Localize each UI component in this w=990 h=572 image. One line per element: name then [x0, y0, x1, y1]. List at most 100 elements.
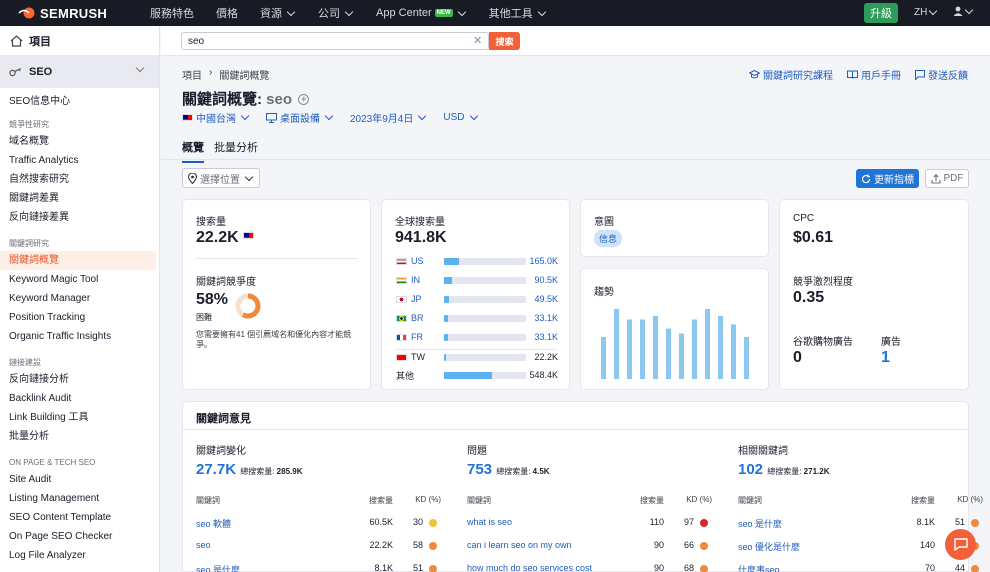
upgrade-button[interactable]: 升級: [864, 3, 898, 23]
location-select[interactable]: 選擇位置: [182, 168, 260, 188]
breadcrumb: 項目 › 關鍵詞概覽: [182, 67, 269, 82]
keyword-link[interactable]: seo 優化是什麼: [738, 540, 800, 553]
keyword-link[interactable]: seo 軟體: [196, 517, 231, 530]
keyword-kd: 51: [954, 517, 965, 527]
sidebar-item-keyword-gap[interactable]: 關鍵詞差異: [0, 189, 159, 208]
sidebar-item-keyword-overview[interactable]: 關鍵詞概覽: [0, 251, 156, 270]
user-menu[interactable]: [953, 5, 974, 16]
ads-value[interactable]: 1: [881, 349, 890, 367]
keyword-search-input[interactable]: seo: [181, 32, 489, 50]
column-count-value[interactable]: 102: [738, 461, 763, 478]
sidebar-item-seo-dashboard[interactable]: SEO信息中心: [0, 92, 159, 111]
sidebar-item-bulk-analysis[interactable]: 批量分析: [0, 427, 159, 446]
database-filter[interactable]: 中國台灣: [182, 110, 250, 125]
clear-icon[interactable]: ✕: [473, 34, 482, 47]
kd-label: 關鍵詞競爭度: [196, 277, 256, 288]
nav-more-tools[interactable]: 其他工具: [489, 5, 547, 21]
nav-pricing[interactable]: 價格: [216, 5, 238, 21]
kd-indicator-dot: [429, 542, 437, 550]
language-selector[interactable]: ZH: [914, 6, 938, 18]
sidebar-item-backlink-analytics[interactable]: 反向鏈接分析: [0, 370, 159, 389]
keyword-kd: 44: [954, 563, 965, 572]
export-icon: [930, 173, 941, 184]
device-filter[interactable]: 桌面設備: [266, 110, 334, 125]
trend-bar-chart: [601, 309, 749, 379]
keyword-link[interactable]: 什麼事seo: [738, 563, 780, 572]
table-header: 關鍵詞 搜索量 KD (%): [738, 495, 983, 505]
nav-company[interactable]: 公司: [318, 5, 354, 21]
keyword-link[interactable]: seo 是什麼: [196, 563, 240, 572]
chat-button[interactable]: [945, 529, 976, 560]
column-count-value[interactable]: 753: [467, 461, 492, 478]
trend-bar: [705, 309, 710, 379]
keyword-link[interactable]: how much do seo services cost: [467, 563, 592, 572]
cpc-label: CPC: [793, 213, 815, 224]
search-button[interactable]: 搜索: [489, 32, 520, 50]
sidebar-item-backlink-gap[interactable]: 反向鏈接差異: [0, 208, 159, 227]
country-code: TW: [411, 352, 425, 362]
keyword-link[interactable]: what is seo: [467, 517, 512, 527]
currency-filter[interactable]: USD: [443, 110, 478, 125]
country-row-other: 其他 548.4K: [396, 368, 558, 382]
country-bar-track: [444, 257, 526, 265]
country-row-jp[interactable]: JP 49.5K: [396, 292, 558, 306]
semrush-logo[interactable]: SEMRUSH: [18, 6, 128, 21]
sidebar-item-on-page-seo-checker[interactable]: On Page SEO Checker: [0, 527, 159, 546]
cpc-card: CPC $0.61 競爭激烈程度 0.35 谷歌購物廣告 0 廣告 1: [779, 199, 969, 390]
course-link[interactable]: 關鍵詞研究課程: [749, 67, 833, 82]
sidebar-item-organic-traffic-insights[interactable]: Organic Traffic Insights: [0, 327, 159, 346]
add-to-list-icon[interactable]: +: [298, 94, 310, 105]
divider: [183, 429, 970, 430]
chevron-down-icon: [418, 111, 427, 121]
keyword-volume: 140: [919, 540, 935, 550]
help-links: 關鍵詞研究課程 用戶手冊 發送反饋: [749, 67, 968, 82]
country-row-in[interactable]: IN 90.5K: [396, 273, 558, 287]
breadcrumb-projects[interactable]: 項目: [182, 67, 202, 82]
kd-indicator-dot: [700, 519, 708, 527]
sidebar-item-traffic-analytics[interactable]: Traffic Analytics: [0, 151, 159, 170]
nav-app-center[interactable]: App Center NEW: [376, 7, 467, 19]
update-metrics-button[interactable]: 更新指標: [856, 169, 919, 188]
sidebar-item-listing-management[interactable]: Listing Management: [0, 489, 159, 508]
user-icon: [953, 6, 963, 16]
sidebar-item-organic-research[interactable]: 自然搜索研究: [0, 170, 159, 189]
sidebar-item-link-building-tool[interactable]: Link Building 工具: [0, 408, 159, 427]
sidebar-item-keyword-magic-tool[interactable]: Keyword Magic Tool: [0, 270, 159, 289]
user-manual-link[interactable]: 用戶手冊: [847, 67, 901, 82]
country-code: IN: [411, 275, 420, 285]
keyword-link[interactable]: seo: [196, 540, 211, 550]
country-row-fr[interactable]: FR 33.1K: [396, 330, 558, 344]
country-row-us[interactable]: US 165.0K: [396, 254, 558, 268]
feedback-link[interactable]: 發送反饋: [915, 67, 968, 82]
nav-features[interactable]: 服務特色: [150, 5, 194, 21]
sidebar-item-seo[interactable]: SEO: [0, 56, 159, 88]
export-pdf-button[interactable]: PDF: [925, 169, 969, 188]
nav-resources[interactable]: 資源: [260, 5, 296, 21]
keyword-volume: 90: [653, 540, 664, 550]
trend-bar: [666, 328, 671, 379]
country-volume: 33.1K: [534, 313, 558, 323]
date-filter[interactable]: 2023年9月4日: [350, 110, 427, 125]
sidebar-item-backlink-audit[interactable]: Backlink Audit: [0, 389, 159, 408]
trend-card: 趨勢: [580, 268, 769, 390]
country-row-br[interactable]: BR 33.1K: [396, 311, 558, 325]
sidebar-item-position-tracking[interactable]: Position Tracking: [0, 308, 159, 327]
column-count-value[interactable]: 27.7K: [196, 461, 236, 478]
table-row: seo 是什麼 8.1K 51: [196, 563, 441, 572]
sidebar-item-log-file-analyzer[interactable]: Log File Analyzer: [0, 546, 159, 565]
sidebar-item-projects[interactable]: 項目: [0, 26, 159, 56]
sidebar-item-seo-content-template[interactable]: SEO Content Template: [0, 508, 159, 527]
kd-value: 58%: [196, 291, 229, 308]
sidebar-item-site-audit[interactable]: Site Audit: [0, 470, 159, 489]
keyword-link[interactable]: seo 是什麼: [738, 517, 782, 530]
breadcrumb-current: 關鍵詞概覽: [219, 71, 270, 82]
table-header: 關鍵詞 搜索量 KD (%): [467, 495, 712, 505]
trend-bar: [744, 337, 749, 379]
table-row: how much do seo services cost 90 68: [467, 563, 712, 572]
sidebar-item-domain-overview[interactable]: 域名概覽: [0, 132, 159, 151]
column-header-volume: 搜索量: [369, 496, 393, 505]
trend-bar: [614, 309, 619, 379]
keyword-link[interactable]: can i learn seo on my own: [467, 540, 572, 550]
sidebar-item-keyword-manager[interactable]: Keyword Manager: [0, 289, 159, 308]
chevron-down-icon: [929, 6, 938, 16]
